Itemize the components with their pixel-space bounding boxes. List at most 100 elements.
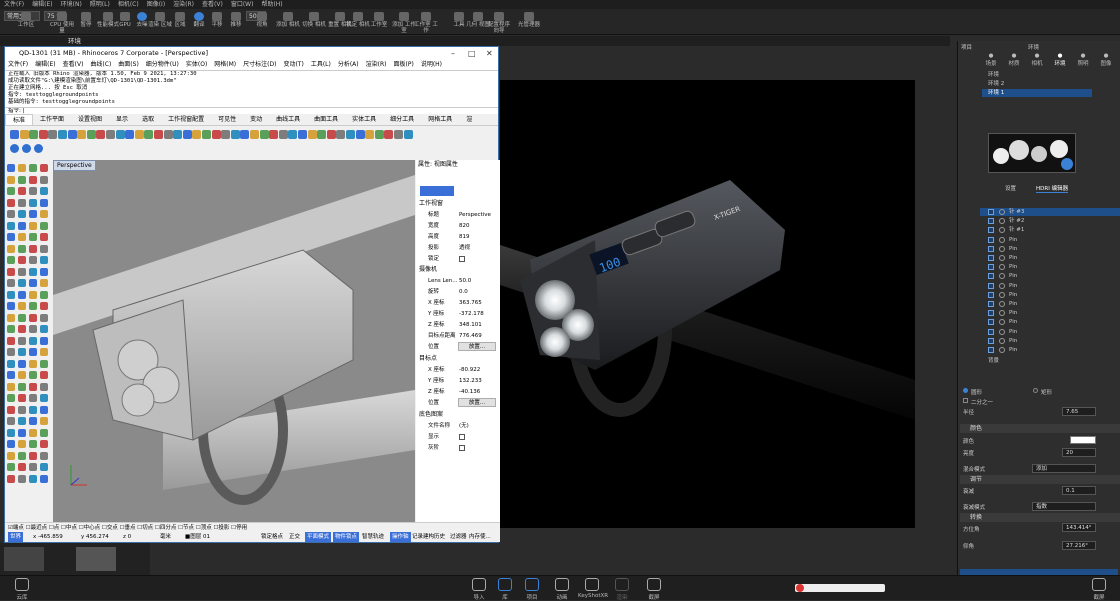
side-tool-icon[interactable] [18,405,26,414]
library-thumb-2[interactable] [76,547,116,571]
rhino-perspective-viewport[interactable]: Perspective [53,160,415,522]
tool-icon[interactable] [250,130,259,139]
tool-icon[interactable] [192,130,202,139]
props-value[interactable]: 820 [459,221,470,231]
side-tool-icon[interactable] [18,164,26,172]
rhino-tab[interactable]: 工作平面 [33,114,71,125]
side-tool-icon[interactable] [7,371,15,379]
menu-item-9[interactable]: 帮助(H) [261,0,282,9]
side-tool-icon[interactable] [18,440,26,448]
side-tool-icon[interactable] [7,175,15,184]
side-tool-icon[interactable] [18,256,26,264]
props-place-button[interactable]: 放置... [458,342,496,351]
ribbon-button-16[interactable]: 工作室 [367,11,391,33]
subtab-settings[interactable]: 设置 [1005,184,1016,192]
maximize-icon[interactable]: □ [468,47,476,60]
side-tool-icon[interactable] [40,474,48,483]
rhino-tab[interactable]: 网格工具 [421,114,459,125]
rhino-menu-item[interactable]: 文件(F) [8,60,28,70]
status-history[interactable]: 记录建构历史 [412,532,445,542]
side-tool-icon[interactable] [7,451,15,460]
side-tool-icon[interactable] [7,348,15,356]
side-tool-icon[interactable] [29,336,37,345]
bottom-button-6[interactable]: 截屏 [640,577,668,601]
menu-item-0[interactable]: 文件(F) [4,0,24,9]
tool-icon[interactable] [134,130,144,139]
hdri-preview[interactable] [988,133,1076,173]
side-tool-icon[interactable] [29,233,37,241]
side-tool-icon[interactable] [40,279,48,287]
tool-icon[interactable] [19,130,29,139]
ribbon-button-1[interactable]: CPU 使用量 [50,11,74,33]
brightness-field[interactable]: 20 [1062,448,1096,457]
tool-icon[interactable] [374,130,384,139]
tool-icon[interactable] [182,130,192,139]
rhino-tab[interactable]: 选取 [135,114,161,125]
cloud-library-button[interactable]: 云库 [8,577,36,601]
pin-checkbox[interactable] [988,255,994,261]
side-tool-icon[interactable] [29,221,37,230]
side-tool-icon[interactable] [18,279,26,287]
falloff-field[interactable]: 0.1 [1062,486,1096,495]
ribbon-button-12[interactable]: 添加 相机 [276,11,300,33]
side-tool-icon[interactable] [40,233,48,241]
status-layer[interactable]: ■图层 01 [185,532,210,542]
pin-row[interactable]: Pin [980,282,1120,290]
rhino-tab[interactable]: 可见性 [211,114,243,125]
pin-checkbox[interactable] [988,282,994,289]
menu-item-8[interactable]: 窗口(W) [231,0,254,9]
status-world[interactable]: 世界 [8,532,24,542]
azimuth-field[interactable]: 143.414° [1062,523,1096,532]
side-tool-icon[interactable] [7,244,15,253]
side-tool-icon[interactable] [18,302,26,310]
side-tool-icon[interactable] [40,175,48,184]
tool-icon[interactable] [269,130,279,139]
pin-checkbox[interactable] [988,236,994,243]
side-tool-icon[interactable] [7,313,15,322]
props-value[interactable]: 819 [459,232,470,242]
pin-row[interactable]: 针 #1 [980,226,1120,234]
status-gumball[interactable]: 操作轴 [390,532,411,542]
props-checkbox[interactable] [459,256,465,262]
pin-checkbox[interactable] [988,264,994,271]
menu-item-3[interactable]: 照明(L) [90,0,110,9]
side-tool-icon[interactable] [29,417,37,425]
side-tool-icon[interactable] [40,440,48,448]
tool-icon[interactable] [317,130,327,139]
tool-icon[interactable] [29,130,39,139]
side-tool-icon[interactable] [29,451,37,460]
tool-icon[interactable] [346,130,355,139]
ribbon-button-18[interactable]: 工作室 工作 [414,11,438,33]
pin-row[interactable]: Pin [980,318,1120,326]
rhino-menu-item[interactable]: 网格(M) [214,60,236,70]
bottom-button-1[interactable]: 库 [491,577,519,601]
pin-checkbox[interactable] [988,319,994,326]
status-filter[interactable]: 过滤器 [450,532,467,542]
half-checkbox[interactable] [963,398,968,403]
menu-item-7[interactable]: 查看(V) [202,0,223,9]
side-tool-icon[interactable] [29,325,37,333]
pin-checkbox[interactable] [988,328,994,335]
side-tool-icon[interactable] [40,417,48,425]
rhino-menu-item[interactable]: 尺寸标注(D) [243,60,276,70]
menu-item-4[interactable]: 相机(C) [118,0,139,9]
side-tool-icon[interactable] [40,405,48,414]
side-tool-icon[interactable] [40,428,48,437]
side-tool-icon[interactable] [29,463,37,471]
side-tool-icon[interactable] [40,348,48,356]
side-tool-icon[interactable] [7,210,15,218]
props-value[interactable]: -80.922 [459,365,480,375]
side-tool-icon[interactable] [18,244,26,253]
minimize-icon[interactable]: – [451,47,455,60]
side-tool-icon[interactable] [29,474,37,483]
pin-row[interactable]: 针 #2 [980,217,1120,225]
tool-icon[interactable] [211,130,221,139]
side-tool-icon[interactable] [18,325,26,333]
ribbon-button-0[interactable]: 工作区 [14,11,38,33]
pin-checkbox[interactable] [988,301,994,307]
side-tool-icon[interactable] [18,463,26,471]
menu-item-2[interactable]: 环境(N) [61,0,82,9]
side-tool-icon[interactable] [7,221,15,230]
side-tool-icon[interactable] [29,359,37,368]
tool-icon[interactable] [365,130,375,139]
